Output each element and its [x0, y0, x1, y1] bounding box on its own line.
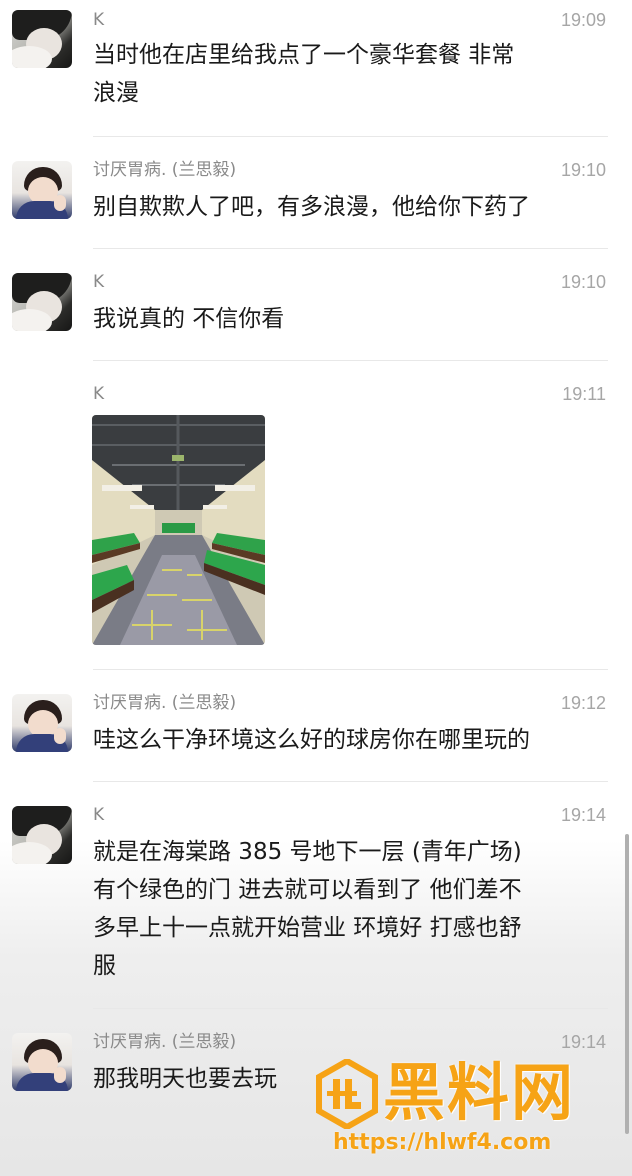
message-time: 19:12: [560, 693, 606, 713]
sender-name: K: [93, 10, 105, 30]
message-text: 我说真的 不信你看: [93, 306, 285, 332]
sender-name: 讨厌胃病. (兰思毅): [93, 160, 237, 180]
message-time: 19:09: [560, 10, 606, 30]
watermark-title: 黑料网: [383, 1056, 576, 1129]
sender-name: K: [93, 384, 105, 404]
avatar[interactable]: [12, 806, 72, 864]
avatar[interactable]: [12, 1033, 72, 1091]
divider: [93, 781, 608, 782]
message-time: 19:11: [562, 384, 606, 404]
avatar[interactable]: [12, 694, 72, 752]
message-time: 19:10: [560, 160, 606, 180]
sender-name: 讨厌胃病. (兰思毅): [93, 693, 237, 713]
sender-name: 讨厌胃病. (兰思毅): [93, 1032, 237, 1052]
avatar[interactable]: [12, 161, 72, 219]
message-time: 19:14: [560, 1032, 606, 1052]
message-time: 19:14: [560, 805, 606, 825]
divider: [93, 248, 608, 249]
sender-name: K: [93, 272, 105, 292]
billiard-hall-photo[interactable]: [92, 415, 265, 645]
watermark-logo-icon: [316, 1059, 378, 1129]
watermark-url: https://hlwf4.com: [333, 1130, 552, 1155]
divider: [93, 1008, 608, 1009]
avatar[interactable]: [12, 273, 72, 331]
message-text: 别自欺欺人了吧，有多浪漫，他给你下药了: [93, 194, 530, 220]
sender-name: K: [93, 805, 105, 825]
message-text: 哇这么干净环境这么好的球房你在哪里玩的: [93, 727, 530, 753]
message-text: 就是在海棠路 385 号地下一层 (青年广场) 有个绿色的门 进去就可以看到了 …: [93, 839, 522, 979]
watermark: 黑料网 https://hlwf4.com: [315, 1055, 615, 1165]
avatar[interactable]: [12, 10, 72, 68]
message-text: 当时他在店里给我点了一个豪华套餐 非常 浪漫: [93, 42, 515, 106]
message-time: 19:10: [560, 272, 606, 292]
divider: [93, 360, 608, 361]
scrollbar[interactable]: [625, 834, 629, 1134]
divider: [93, 136, 608, 137]
divider: [93, 669, 608, 670]
